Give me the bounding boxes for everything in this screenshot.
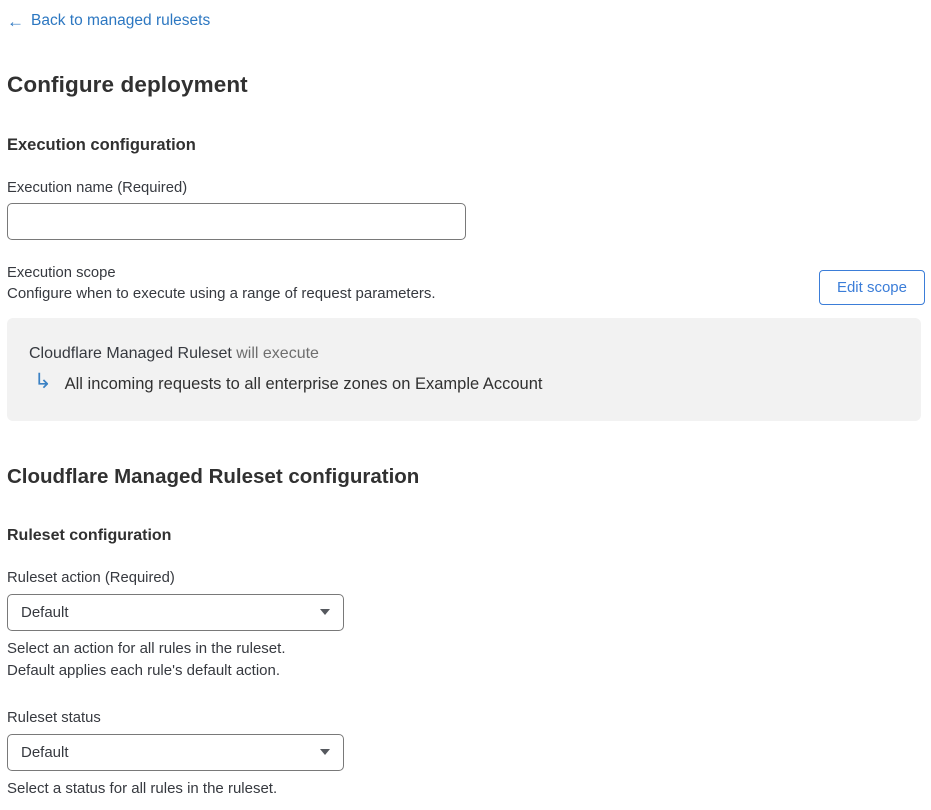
summary-ruleset-name: Cloudflare Managed Ruleset [29, 344, 232, 362]
execution-scope-label: Execution scope [7, 264, 116, 281]
chevron-down-icon [320, 609, 330, 615]
execution-configuration-heading: Execution configuration [7, 135, 196, 154]
back-link-label: Back to managed rulesets [31, 12, 211, 29]
ruleset-status-selected-value: Default [21, 743, 69, 761]
execution-scope-description: Configure when to execute using a range … [7, 284, 436, 302]
execution-name-input[interactable] [7, 202, 466, 240]
ruleset-status-help: Select a status for all rules in the rul… [7, 779, 278, 797]
branch-arrow-icon: ↳ [34, 369, 52, 393]
edit-scope-button[interactable]: Edit scope [818, 269, 925, 305]
chevron-down-icon [320, 749, 330, 755]
page-title: Configure deployment [7, 71, 248, 97]
summary-scope-text: All incoming requests to all enterprise … [64, 374, 543, 393]
summary-execute-line: Cloudflare Managed Ruleset will execute [29, 345, 899, 363]
back-link[interactable]: ← Back to managed rulesets [7, 12, 210, 30]
summary-will-execute: will execute [231, 344, 319, 362]
summary-scope-line: ↳ All incoming requests to all enterpris… [29, 369, 899, 395]
ruleset-action-help: Select an action for all rules in the ru… [7, 639, 286, 657]
configure-deployment-page: ← Back to managed rulesets Configure dep… [7, 12, 925, 800]
ruleset-status-label: Ruleset status [7, 709, 101, 726]
execution-summary-panel: Cloudflare Managed Ruleset will execute … [7, 317, 921, 421]
ruleset-configuration-section-heading: Cloudflare Managed Ruleset configuration [7, 464, 420, 488]
ruleset-configuration-subheading: Ruleset configuration [7, 526, 172, 544]
back-arrow-icon: ← [7, 11, 24, 31]
execution-scope-row: Execution scope Configure when to execut… [7, 265, 925, 305]
execution-name-label: Execution name (Required) [7, 179, 188, 196]
ruleset-status-select[interactable]: Default [7, 733, 344, 771]
ruleset-action-label: Ruleset action (Required) [7, 569, 175, 586]
ruleset-action-selected-value: Default [21, 603, 69, 621]
ruleset-action-help: Default applies each rule's default acti… [7, 661, 281, 679]
ruleset-action-select[interactable]: Default [7, 593, 344, 631]
execution-scope-text: Execution scope Configure when to execut… [7, 265, 436, 302]
